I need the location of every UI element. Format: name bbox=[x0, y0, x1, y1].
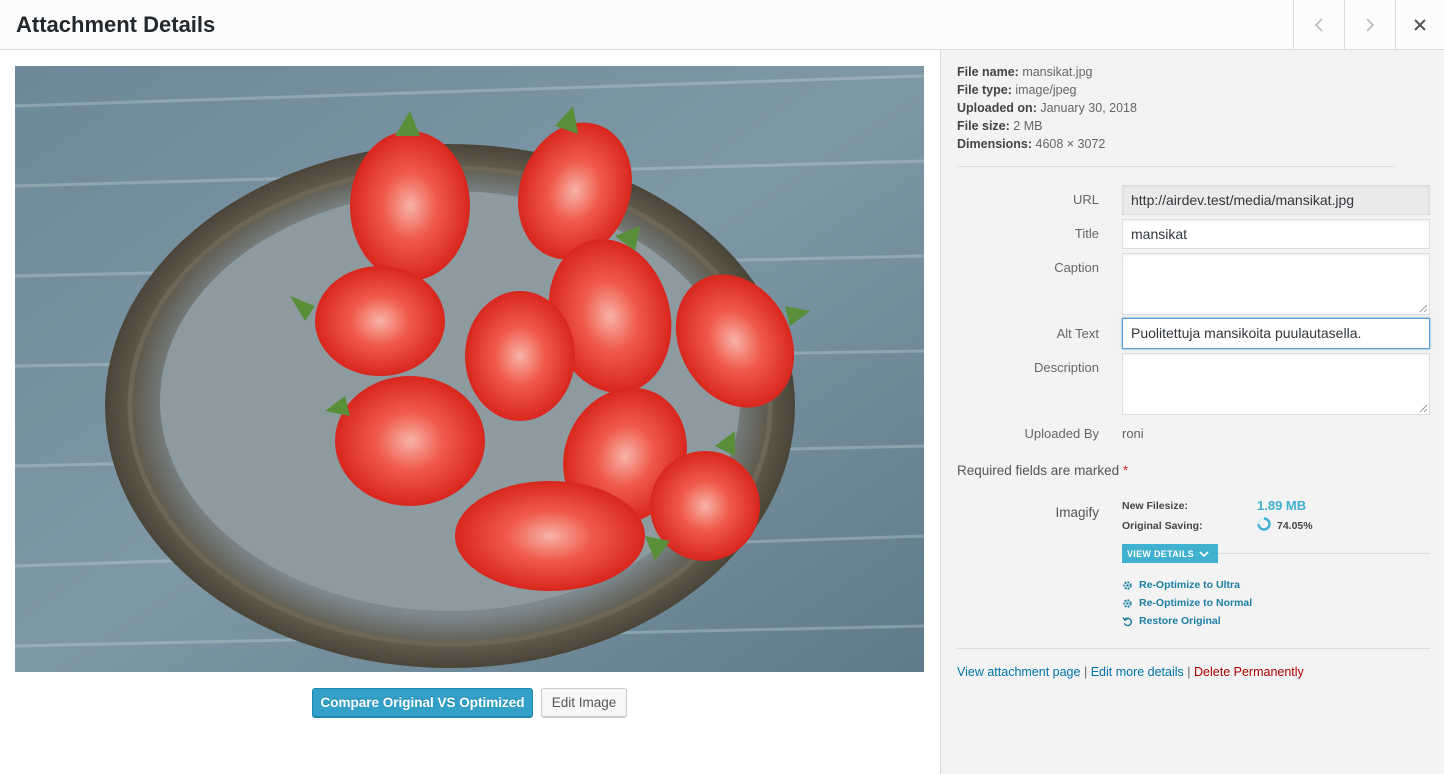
required-fields-note: Required fields are marked * bbox=[957, 463, 1128, 478]
chevron-down-icon bbox=[1199, 550, 1209, 557]
view-details-button[interactable]: VIEW DETAILS bbox=[1122, 544, 1218, 563]
attachment-links: View attachment page | Edit more details… bbox=[957, 665, 1304, 679]
dimensions-row: Dimensions: 4608 × 3072 bbox=[957, 135, 1137, 153]
resize-grip-icon[interactable] bbox=[1419, 404, 1427, 412]
close-modal-button[interactable] bbox=[1395, 0, 1444, 49]
caption-field[interactable] bbox=[1122, 253, 1430, 315]
uploaded-on-label: Uploaded on: bbox=[957, 101, 1037, 115]
alt-text-field[interactable]: Puolitettuja mansikoita puulautasella. bbox=[1122, 318, 1430, 349]
dimensions-value: 4608 × 3072 bbox=[1035, 137, 1106, 151]
compare-original-optimized-button[interactable]: Compare Original VS Optimized bbox=[312, 688, 533, 718]
description-label: Description bbox=[1033, 360, 1099, 375]
attachment-info-sidebar: File name: mansikat.jpg File type: image… bbox=[940, 50, 1444, 774]
file-type-label: File type: bbox=[957, 83, 1012, 97]
next-attachment-button[interactable] bbox=[1344, 0, 1395, 49]
file-name-value: mansikat.jpg bbox=[1022, 65, 1093, 79]
edit-image-button[interactable]: Edit Image bbox=[541, 688, 627, 717]
attachment-image bbox=[15, 66, 924, 672]
attachment-details-modal: Attachment Details Compare Original VS O… bbox=[0, 0, 1444, 774]
uploaded-by-value: roni bbox=[1122, 426, 1144, 441]
divider bbox=[957, 648, 1430, 649]
resize-grip-icon[interactable] bbox=[1419, 304, 1427, 312]
view-details-label: VIEW DETAILS bbox=[1127, 548, 1194, 559]
previous-attachment-button[interactable] bbox=[1293, 0, 1344, 49]
file-size-value: 2 MB bbox=[1013, 119, 1043, 133]
media-actions: Compare Original VS Optimized Edit Image bbox=[0, 688, 940, 720]
saving-progress-ring bbox=[1257, 517, 1271, 531]
uploaded-on-row: Uploaded on: January 30, 2018 bbox=[957, 99, 1137, 117]
delete-permanently-link[interactable]: Delete Permanently bbox=[1194, 665, 1304, 679]
reoptimize-ultra-link[interactable]: Re-Optimize to Ultra bbox=[1122, 579, 1240, 591]
reoptimize-normal-link[interactable]: Re-Optimize to Normal bbox=[1122, 597, 1252, 609]
file-name-label: File name: bbox=[957, 65, 1019, 79]
chevron-right-icon bbox=[1366, 17, 1375, 32]
required-note-text: Required fields are marked bbox=[957, 463, 1120, 478]
chevron-left-icon bbox=[1314, 17, 1323, 32]
undo-icon bbox=[1122, 616, 1133, 626]
link-separator: | bbox=[1083, 665, 1088, 679]
imagify-label: Imagify bbox=[1055, 505, 1099, 520]
uploaded-by-label: Uploaded By bbox=[1024, 426, 1099, 441]
strawberry-photo bbox=[15, 66, 924, 672]
view-attachment-page-link[interactable]: View attachment page bbox=[957, 665, 1080, 679]
divider bbox=[957, 166, 1395, 167]
media-preview-area: Compare Original VS Optimized Edit Image bbox=[0, 50, 940, 774]
title-label: Title bbox=[1074, 226, 1099, 241]
original-saving-value: 74.05% bbox=[1277, 520, 1313, 532]
title-field[interactable]: mansikat bbox=[1122, 219, 1430, 249]
gear-icon bbox=[1123, 598, 1132, 608]
restore-original-label: Restore Original bbox=[1139, 615, 1221, 627]
restore-original-link[interactable]: Restore Original bbox=[1122, 615, 1221, 627]
alt-text-label: Alt Text bbox=[1056, 326, 1099, 341]
reoptimize-normal-label: Re-Optimize to Normal bbox=[1139, 597, 1253, 609]
modal-header: Attachment Details bbox=[0, 0, 1444, 50]
modal-title: Attachment Details bbox=[16, 12, 216, 37]
new-filesize-value: 1.89 MB bbox=[1257, 498, 1307, 513]
file-type-value: image/jpeg bbox=[1015, 83, 1077, 97]
file-size-row: File size: 2 MB bbox=[957, 117, 1137, 135]
original-saving-label: Original Saving: bbox=[1122, 520, 1203, 532]
file-details: File name: mansikat.jpg File type: image… bbox=[957, 63, 1137, 153]
link-separator: | bbox=[1187, 665, 1191, 679]
description-field[interactable] bbox=[1122, 353, 1430, 415]
url-field[interactable]: http://airdev.test/media/mansikat.jpg bbox=[1122, 185, 1430, 215]
required-star: * bbox=[1122, 463, 1129, 478]
caption-label: Caption bbox=[1054, 260, 1099, 275]
gear-icon bbox=[1123, 580, 1132, 590]
new-filesize-label: New Filesize: bbox=[1122, 500, 1188, 512]
dimensions-label: Dimensions: bbox=[957, 137, 1033, 151]
close-icon bbox=[1414, 18, 1426, 31]
file-size-label: File size: bbox=[957, 119, 1010, 133]
edit-more-details-link[interactable]: Edit more details bbox=[1091, 665, 1184, 679]
details-divider bbox=[1218, 553, 1430, 554]
url-label: URL bbox=[1072, 192, 1099, 207]
uploaded-on-value: January 30, 2018 bbox=[1040, 101, 1137, 115]
reoptimize-ultra-label: Re-Optimize to Ultra bbox=[1139, 579, 1240, 591]
file-type-row: File type: image/jpeg bbox=[957, 81, 1137, 99]
file-name-row: File name: mansikat.jpg bbox=[957, 63, 1137, 81]
